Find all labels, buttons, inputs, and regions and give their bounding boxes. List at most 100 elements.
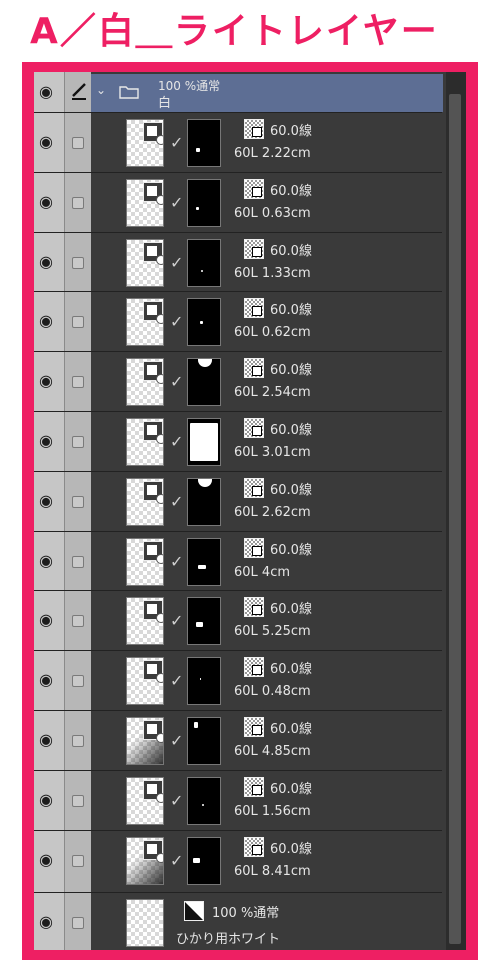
layer-row[interactable]: ◉ ✓ 60.0線 60L 8.41cm — [34, 829, 442, 889]
mask-link-check-icon[interactable]: ✓ — [170, 253, 183, 272]
layer-mask-thumbnail[interactable] — [187, 358, 221, 407]
eye-icon[interactable]: ◉ — [39, 670, 53, 689]
lock-checkbox[interactable] — [72, 917, 84, 929]
mask-link-check-icon[interactable]: ✓ — [170, 372, 183, 391]
lock-checkbox[interactable] — [72, 436, 84, 448]
layer-mask-thumbnail[interactable] — [187, 418, 221, 466]
layer-opacity-mode: 60.0線 — [270, 722, 312, 737]
eye-icon[interactable]: ◉ — [39, 192, 53, 211]
lock-checkbox[interactable] — [72, 137, 84, 149]
layer-type-badge-icon — [143, 779, 163, 803]
layer-mask-thumbnail[interactable] — [187, 597, 221, 646]
layer-mask-thumbnail[interactable] — [187, 717, 221, 765]
lock-checkbox[interactable] — [72, 555, 84, 568]
layer-type-badge-icon — [143, 480, 163, 504]
layer-row[interactable]: ◉ ✓ 60.0線 60L 0.63cm — [34, 171, 442, 231]
layer-row[interactable]: ◉ ✓ 60.0線 60L 2.22cm — [34, 112, 442, 171]
eye-icon[interactable]: ◉ — [39, 491, 53, 510]
eye-icon[interactable]: ◉ — [39, 912, 53, 931]
layer-mask-thumbnail[interactable] — [187, 836, 221, 885]
mask-link-check-icon[interactable]: ✓ — [170, 671, 183, 690]
layer-mask-thumbnail[interactable] — [187, 657, 221, 706]
scrollbar-thumb[interactable] — [449, 94, 461, 944]
mask-link-check-icon[interactable]: ✓ — [170, 492, 183, 511]
lock-checkbox[interactable] — [72, 256, 84, 269]
layer-type-badge-icon — [143, 241, 163, 265]
lock-checkbox[interactable] — [72, 615, 84, 628]
eye-icon[interactable]: ◉ — [39, 431, 53, 450]
lock-checkbox[interactable] — [72, 316, 84, 329]
eye-icon[interactable]: ◉ — [39, 82, 53, 101]
eye-icon[interactable]: ◉ — [39, 252, 53, 271]
tone-mode-icon — [244, 119, 264, 139]
layer-row[interactable]: ◉ ✓ 60.0線 60L 3.01cm — [34, 411, 442, 470]
layer-info: 60L 0.48cm — [234, 684, 311, 700]
mask-spot — [198, 564, 206, 569]
mask-link-check-icon[interactable]: ✓ — [170, 312, 183, 331]
layer-row[interactable]: ◉ ✓ 60.0線 60L 4.85cm — [34, 710, 442, 769]
mask-spot — [198, 359, 212, 368]
layer-mask-thumbnail[interactable] — [187, 776, 221, 825]
mask-spot — [200, 678, 201, 681]
layer-row[interactable]: ◉ ✓ 60.0線 60L 0.48cm — [34, 650, 442, 709]
layer-row[interactable]: ◉ ✓ 60.0線 60L 2.62cm — [34, 470, 442, 530]
layer-row[interactable]: ◉ ✓ 60.0線 60L 1.33cm — [34, 231, 442, 291]
mask-link-check-icon[interactable]: ✓ — [170, 611, 183, 630]
mask-link-check-icon[interactable]: ✓ — [170, 791, 183, 810]
mask-spot — [190, 423, 218, 461]
layer-info: 60L 3.01cm — [234, 445, 311, 460]
lock-checkbox[interactable] — [72, 495, 84, 508]
chevron-down-icon[interactable]: ⌄ — [96, 83, 106, 97]
layer-opacity-mode: 60.0線 — [270, 124, 312, 139]
lock-checkbox[interactable] — [72, 376, 84, 389]
eye-icon[interactable]: ◉ — [39, 132, 53, 151]
pen-icon[interactable] — [69, 80, 89, 102]
layer-mask-thumbnail[interactable] — [187, 238, 221, 287]
lock-checkbox[interactable] — [72, 675, 84, 688]
tone-mode-icon — [244, 537, 264, 558]
layer-type-badge-icon — [143, 839, 163, 863]
tone-mode-icon — [244, 717, 264, 737]
lock-checkbox[interactable] — [72, 196, 84, 209]
mask-link-check-icon[interactable]: ✓ — [170, 851, 183, 870]
layer-mask-thumbnail[interactable] — [187, 537, 221, 586]
lock-checkbox[interactable] — [72, 854, 84, 867]
mask-link-check-icon[interactable]: ✓ — [170, 193, 183, 212]
mask-link-check-icon[interactable]: ✓ — [170, 133, 183, 152]
layer-thumbnail — [126, 657, 164, 706]
layer-panel: ◉ ⌄ 100 %通常 白 ◉ ✓ 60.0線 60L 2.22cm ◉ ✓ 60.0線 60… — [34, 72, 466, 950]
layer-row-folder[interactable]: ◉ ⌄ 100 %通常 白 — [34, 72, 443, 112]
layer-row[interactable]: ◉ ✓ 60.0線 60L 0.62cm — [34, 291, 442, 350]
layer-info: 60L 2.54cm — [234, 385, 311, 401]
eye-icon[interactable]: ◉ — [39, 610, 53, 629]
layer-type-badge-icon — [143, 540, 163, 564]
layer-row[interactable]: ◉ ✓ 60.0線 60L 2.54cm — [34, 351, 442, 410]
layer-row-bottom[interactable]: ◉ 100 %通常 ひかり用ホワイト — [34, 892, 442, 950]
layer-row[interactable]: ◉ ✓ 60.0線 60L 1.56cm — [34, 769, 442, 829]
mask-link-check-icon[interactable]: ✓ — [170, 552, 183, 571]
lock-checkbox[interactable] — [72, 735, 84, 747]
eye-icon[interactable]: ◉ — [39, 551, 53, 570]
layer-mask-thumbnail[interactable] — [187, 298, 221, 347]
mask-link-check-icon[interactable]: ✓ — [170, 731, 183, 750]
layer-thumbnail — [126, 418, 164, 466]
layer-type-badge-icon — [143, 181, 163, 205]
layer-type-icon — [184, 901, 204, 921]
layer-row[interactable]: ◉ ✓ 60.0線 60L 5.25cm — [34, 590, 442, 649]
eye-icon[interactable]: ◉ — [39, 311, 53, 330]
layer-type-badge-icon — [143, 720, 163, 743]
eye-icon[interactable]: ◉ — [39, 790, 53, 809]
eye-icon[interactable]: ◉ — [39, 371, 53, 390]
mask-spot — [198, 478, 212, 487]
layer-mask-thumbnail[interactable] — [187, 477, 221, 526]
layer-mask-thumbnail[interactable] — [187, 119, 221, 167]
layer-row[interactable]: ◉ ✓ 60.0線 60L 4cm — [34, 530, 442, 590]
eye-icon[interactable]: ◉ — [39, 850, 53, 869]
layer-mask-thumbnail[interactable] — [187, 178, 221, 227]
eye-icon[interactable]: ◉ — [39, 730, 53, 749]
mask-link-check-icon[interactable]: ✓ — [170, 432, 183, 451]
tone-mode-icon — [244, 418, 264, 438]
lock-checkbox[interactable] — [72, 794, 84, 807]
layer-info: 60L 0.62cm — [234, 325, 311, 341]
tone-mode-icon — [244, 238, 264, 259]
